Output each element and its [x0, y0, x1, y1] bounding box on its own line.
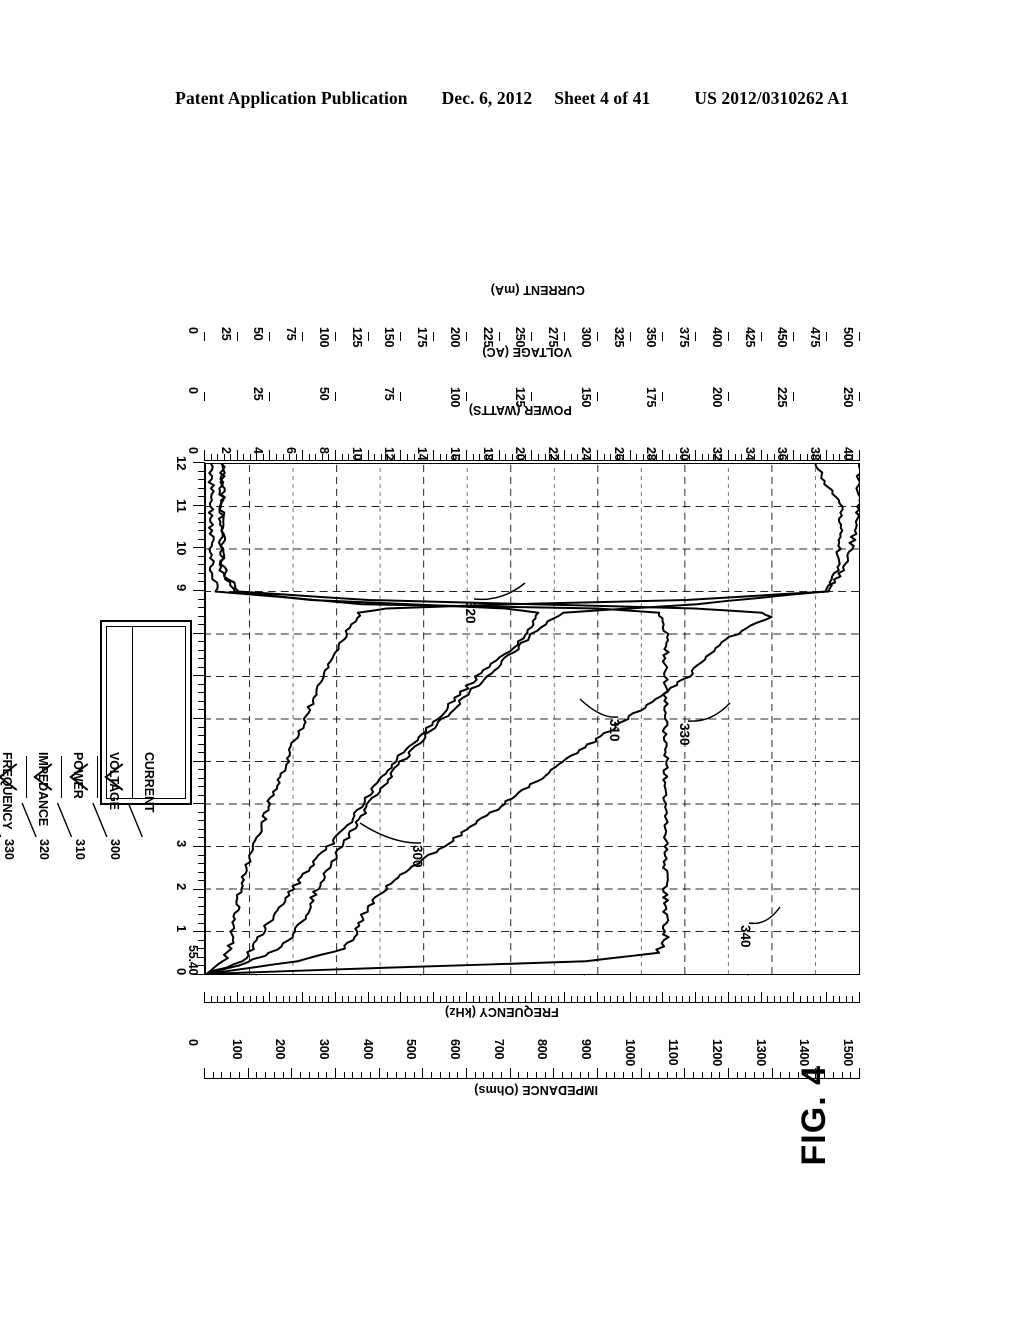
callout-leader-lines [359, 582, 781, 925]
axis-tick-label: 1000 [622, 1039, 637, 1067]
axis-tick-label: 1100 [666, 1039, 681, 1066]
legend-ref-number: 330 [2, 839, 17, 860]
publication-label: Patent Application Publication [175, 88, 408, 108]
legend-marker-icon [0, 763, 18, 791]
legend-key-cell [25, 756, 62, 798]
reference-numeral-300: 300 [410, 845, 425, 868]
axis-tick-label: 1500 [841, 1039, 855, 1067]
publication-number: US 2012/0310262 A1 [694, 88, 849, 108]
figure-4-drawing: 0 100 200 300 400 500 600 700 800 900 1000 1100 1200… [0, 165, 880, 1175]
reference-numeral-330: 330 [677, 723, 692, 746]
reference-numeral-320: 320 [463, 601, 478, 624]
axis-tick-label: 800 [535, 1039, 550, 1060]
axis-tick-label: 1400 [797, 1039, 812, 1067]
reference-numeral-340: 340 [738, 925, 753, 948]
axis-tick-label: 100 [229, 1039, 244, 1060]
figure-caption: FIG. 4 [795, 1065, 833, 1166]
legend-ref-number: 320 [37, 839, 52, 860]
axis-impedance-title: IMPEDANCE (Ohms) [474, 1083, 598, 1097]
legend-marker-icon [33, 763, 53, 791]
axis-tick-label: 300 [317, 1039, 331, 1060]
axis-tick-label: 0 [186, 1039, 200, 1046]
legend-ref-number: 310 [72, 839, 87, 860]
axis-tick-label: 700 [491, 1039, 506, 1060]
legend-key-cell [0, 756, 26, 798]
page-header: Patent Application Publication Dec. 6, 2… [0, 88, 1024, 109]
axis-tick-label: 1200 [710, 1039, 724, 1067]
axis-tick-label: 200 [273, 1039, 288, 1060]
axis-impedance: 0 100 200 300 400 500 600 700 800 900 1000 1100 1200… [186, 1035, 860, 1079]
axis-tick-label: 900 [579, 1039, 593, 1060]
axis-tick-label: 600 [448, 1039, 462, 1060]
reference-numeral-310: 310 [607, 719, 622, 742]
sheet-label: Sheet 4 of 41 [554, 88, 651, 108]
axis-tick-label: 400 [360, 1039, 375, 1060]
axis-tick-label: 500 [404, 1039, 419, 1060]
legend-ref-number: 300 [108, 839, 123, 860]
axis-frequency-title: FREQUENCY (kHz) [444, 1005, 559, 1019]
publication-date: Dec. 6, 2012 [441, 88, 533, 108]
axis-tick-label: 1300 [753, 1039, 768, 1067]
